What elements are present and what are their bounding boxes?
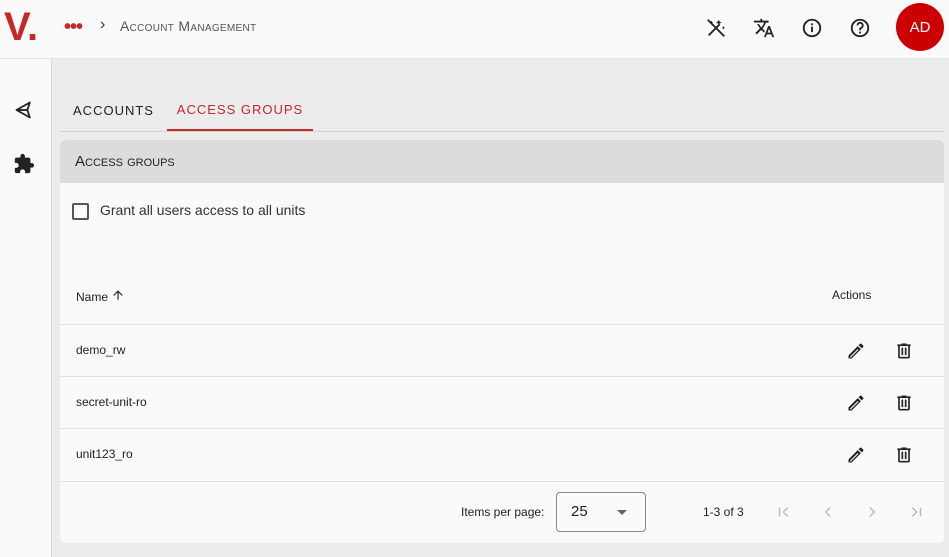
sidebar (0, 59, 52, 557)
card-title: Access groups (75, 153, 175, 170)
row-name: demo_rw (76, 343, 126, 357)
magic-off-icon[interactable] (702, 14, 730, 42)
items-per-page-label: Items per page: (461, 505, 545, 519)
page-range-label: 1-3 of 3 (703, 505, 744, 519)
column-header-actions: Actions (832, 288, 872, 302)
info-icon[interactable] (798, 14, 826, 42)
tab-access-groups[interactable]: ACCESS GROUPS (167, 90, 313, 131)
delete-icon[interactable] (892, 339, 916, 363)
items-per-page-value: 25 (571, 503, 588, 520)
previous-page-icon[interactable] (816, 500, 840, 524)
delete-icon[interactable] (892, 391, 916, 415)
sort-arrow-up-icon (111, 288, 125, 305)
table-row: unit123_ro (60, 428, 944, 481)
help-icon[interactable] (846, 14, 874, 42)
grant-all-checkbox[interactable] (72, 203, 89, 220)
breadcrumb-title: Account Management (120, 18, 257, 34)
last-page-icon[interactable] (904, 500, 928, 524)
items-per-page-select[interactable]: 25 (556, 492, 646, 532)
grant-all-label[interactable]: Grant all users access to all units (100, 202, 305, 218)
paginator: Items per page: 25 1-3 of 3 (60, 481, 944, 543)
card-header: Access groups (60, 140, 944, 183)
edit-icon[interactable] (844, 339, 868, 363)
tab-accounts[interactable]: ACCOUNTS (60, 90, 167, 130)
column-header-name-label: Name (76, 289, 109, 304)
more-menu-button[interactable]: ••• (64, 16, 83, 39)
row-name: secret-unit-ro (76, 395, 147, 409)
top-bar: V. ••• › Account Management AD (0, 0, 949, 59)
delete-icon[interactable] (892, 443, 916, 467)
column-header-name[interactable]: Name (76, 288, 125, 305)
first-page-icon[interactable] (772, 500, 796, 524)
table-row: secret-unit-ro (60, 376, 944, 429)
edit-icon[interactable] (844, 443, 868, 467)
logo-dot: . (27, 5, 39, 49)
dropdown-caret-icon (617, 510, 627, 515)
extension-icon[interactable] (12, 152, 36, 176)
access-groups-card: Access groups Grant all users access to … (60, 140, 944, 543)
row-name: unit123_ro (76, 447, 133, 461)
logo-letter: V (4, 5, 28, 49)
tab-bar: ACCOUNTS ACCESS GROUPS (60, 90, 944, 132)
translate-icon[interactable] (750, 14, 778, 42)
table-row: demo_rw (60, 324, 944, 377)
user-avatar[interactable]: AD (896, 3, 944, 51)
app-logo[interactable]: V. (4, 5, 38, 49)
next-page-icon[interactable] (860, 500, 884, 524)
edit-icon[interactable] (844, 391, 868, 415)
unity-icon[interactable] (12, 98, 36, 122)
breadcrumb-chevron-icon: › (100, 16, 106, 33)
